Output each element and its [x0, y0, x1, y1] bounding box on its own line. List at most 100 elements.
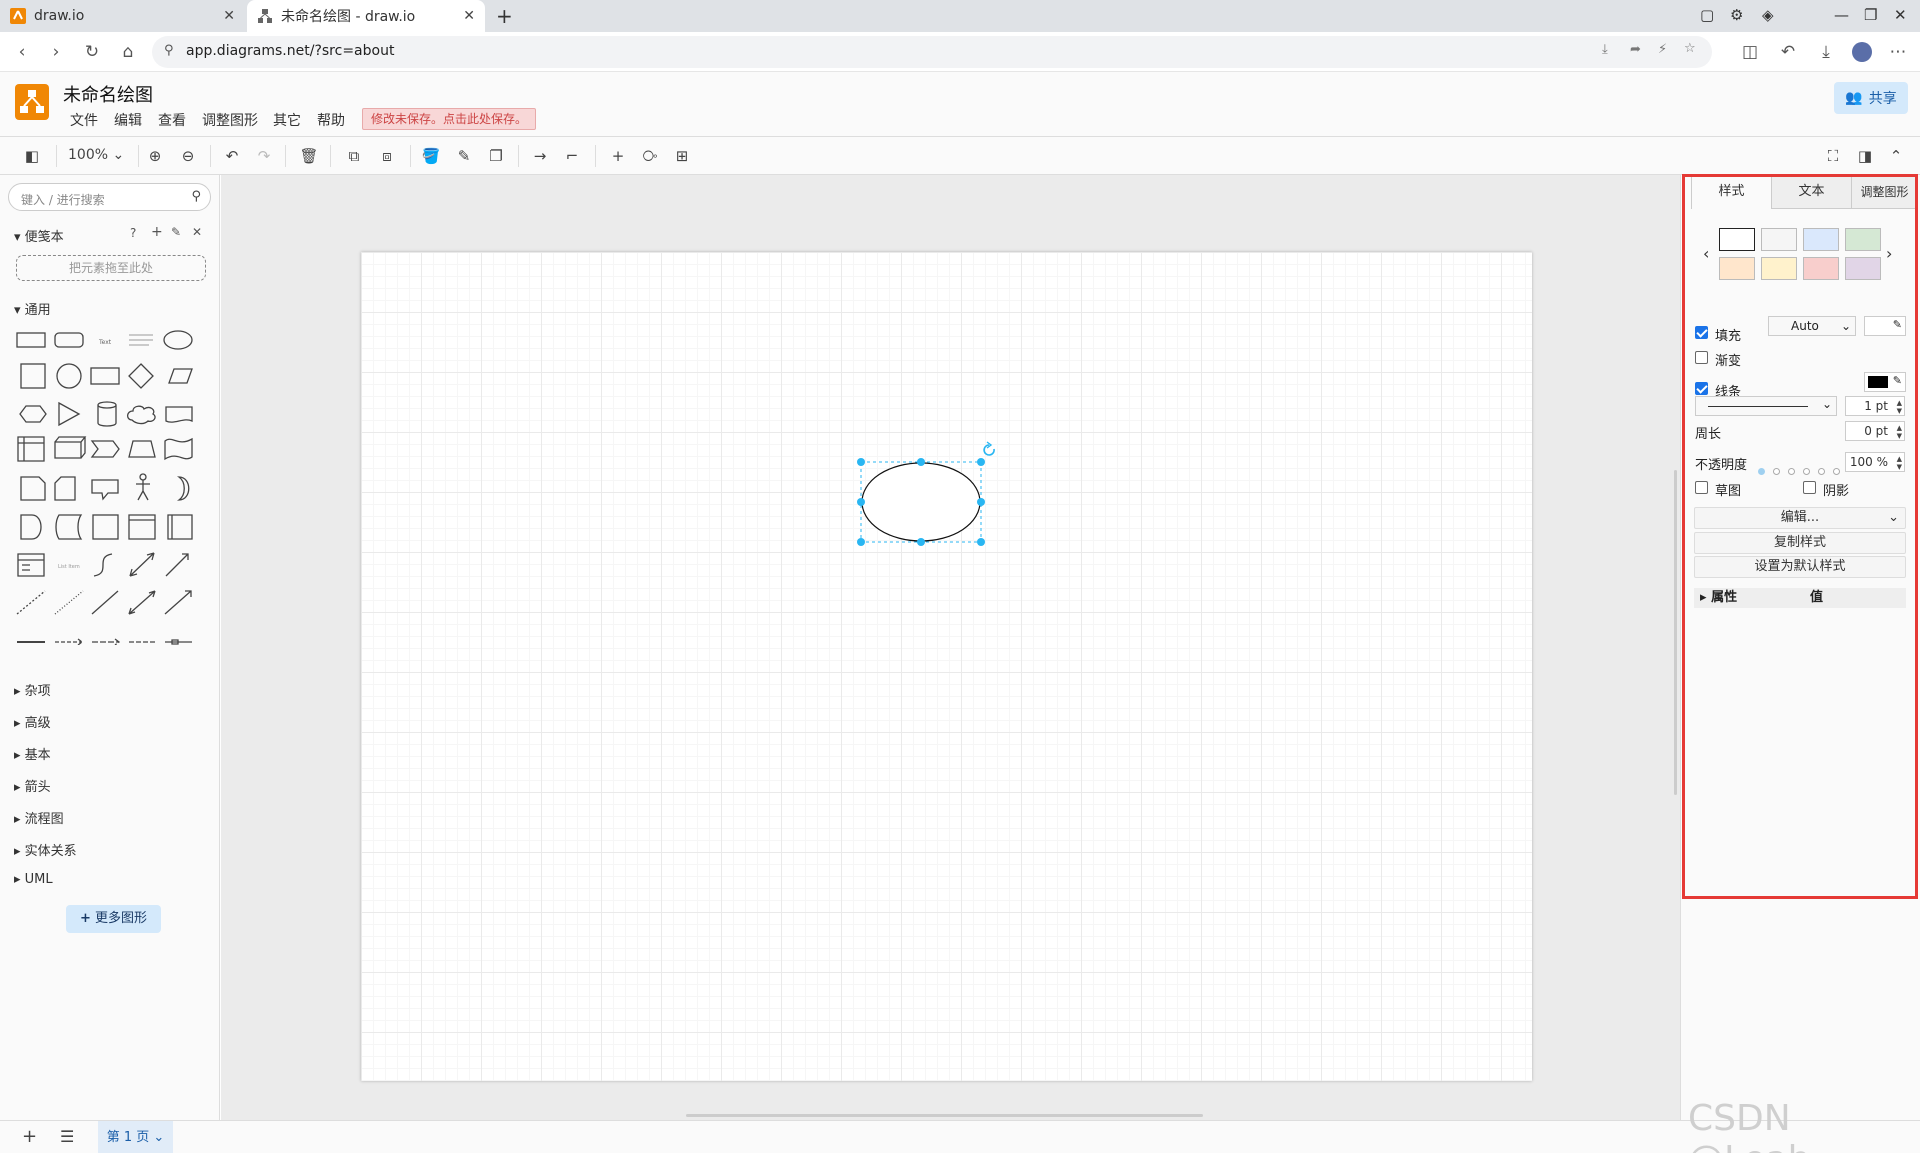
pages-menu-icon[interactable]: ☰ [60, 1127, 74, 1146]
arrow-line-icon[interactable] [164, 590, 192, 615]
selected-ellipse[interactable] [850, 440, 1000, 550]
shape-search-input[interactable]: 键入 / 进行搜索 ⚲ [8, 183, 211, 211]
add-page-icon[interactable]: + [22, 1126, 37, 1147]
dashed-line-icon[interactable] [16, 590, 46, 615]
menu-extras[interactable]: 其它 [273, 110, 301, 130]
download-icon[interactable]: ⤓ [1816, 42, 1836, 62]
process-shape-icon[interactable] [90, 367, 120, 385]
container-shape-icon[interactable] [92, 514, 119, 540]
step-shape-icon[interactable] [90, 440, 120, 458]
menu-view[interactable]: 查看 [158, 110, 186, 130]
note-shape-icon[interactable] [20, 476, 46, 501]
rectangle-shape-icon[interactable] [16, 332, 46, 348]
bookmark-star-icon[interactable]: ☆ [1684, 41, 1696, 56]
to-back-icon[interactable]: ⧈ [377, 146, 397, 166]
stored-data-shape-icon[interactable] [55, 514, 83, 540]
restore-window-icon[interactable]: ❐ [1864, 6, 1877, 24]
dotted-line-icon[interactable] [54, 590, 84, 615]
library-misc[interactable]: ▸ 杂项 [14, 680, 51, 699]
general-shapes-grid[interactable]: Text List Item [12, 325, 212, 645]
curve-shape-icon[interactable] [93, 553, 113, 577]
diamond-shape-icon[interactable] [128, 363, 154, 389]
tape-shape-icon[interactable] [164, 437, 193, 461]
document-title[interactable]: 未命名绘图 [63, 81, 153, 107]
more-shapes-button[interactable]: + 更多图形 [66, 905, 161, 933]
vertical-scrollbar[interactable] [1674, 470, 1677, 795]
home-icon[interactable]: ⌂ [118, 42, 138, 62]
card-shape-icon[interactable] [54, 476, 76, 501]
insert-shape-icon[interactable]: ⧂ [640, 146, 660, 166]
toggle-panel-icon[interactable]: ◨ [1855, 146, 1875, 166]
library-basic[interactable]: ▸ 基本 [14, 744, 51, 763]
site-info-icon[interactable]: ⚲ [164, 43, 174, 58]
close-tab-icon[interactable]: ✕ [463, 8, 475, 24]
connection-arrow-icon[interactable]: → [530, 146, 550, 166]
extensions-puzzle-icon[interactable]: ◫ [1740, 42, 1760, 62]
ellipse-shape[interactable] [861, 462, 981, 542]
horizontal-scrollbar[interactable] [686, 1114, 1203, 1117]
list-shape-icon[interactable] [17, 553, 45, 577]
zoom-in-icon[interactable]: ⊕ [145, 146, 165, 166]
browser-tab-active[interactable]: 未命名绘图 - draw.io ✕ [247, 0, 485, 32]
minimize-window-icon[interactable]: — [1834, 6, 1849, 24]
ellipse-shape-icon[interactable] [163, 330, 193, 350]
library-er[interactable]: ▸ 实体关系 [14, 840, 77, 859]
waypoints-icon[interactable]: ⌐ [562, 146, 582, 166]
menu-arrange[interactable]: 调整图形 [202, 110, 258, 130]
hexagon-shape-icon[interactable] [19, 405, 47, 423]
or-shape-icon[interactable] [176, 476, 190, 501]
scratchpad-header[interactable]: ▾ 便笺本 [14, 226, 64, 245]
cloud-shape-icon[interactable] [126, 405, 156, 425]
share-page-icon[interactable]: ➦ [1630, 42, 1641, 57]
library-uml[interactable]: ▸ UML [14, 872, 53, 887]
more-menu-icon[interactable]: ⋯ [1888, 42, 1908, 62]
search-icon[interactable]: ⚲ [191, 189, 201, 204]
share-button[interactable]: 👥 共享 [1834, 82, 1908, 114]
square-shape-icon[interactable] [20, 363, 46, 389]
url-field[interactable]: ⚲ app.diagrams.net/?src=about ⤓ ➦ ⚡ ☆ [152, 36, 1712, 68]
delay-shape-icon[interactable] [20, 514, 42, 540]
delete-icon[interactable]: 🗑 [299, 146, 319, 166]
browser-tab-drawio[interactable]: draw.io ✕ [0, 0, 245, 32]
list-item-shape-icon[interactable]: List Item [58, 564, 80, 570]
insert-plus-icon[interactable]: + [608, 146, 628, 166]
vertical-container-shape-icon[interactable] [167, 514, 193, 540]
document-shape-icon[interactable] [165, 406, 193, 423]
reload-icon[interactable]: ↻ [82, 42, 102, 62]
line-icon[interactable] [91, 590, 119, 615]
diagram-page[interactable] [361, 252, 1532, 1081]
trapezoid-shape-icon[interactable] [128, 440, 156, 458]
collapse-chevron-icon[interactable]: ⌃ [1886, 146, 1906, 166]
bidirectional-arrow-icon[interactable] [129, 552, 155, 577]
rounded-rectangle-shape-icon[interactable] [54, 332, 84, 348]
add-icon[interactable]: + [151, 224, 163, 240]
library-advanced[interactable]: ▸ 高级 [14, 712, 51, 731]
general-section-header[interactable]: ▾ 通用 [14, 299, 51, 318]
back-icon[interactable]: ‹ [12, 42, 32, 62]
zoom-out-icon[interactable]: ⊖ [178, 146, 198, 166]
swimlane-shape-icon[interactable] [128, 514, 156, 540]
dashed-connector-icon[interactable] [55, 638, 84, 645]
undo-icon[interactable]: ↶ [222, 146, 242, 166]
fullscreen-icon[interactable]: ⛶ [1823, 146, 1843, 166]
puzzle-icon[interactable]: ◈ [1762, 6, 1774, 24]
menu-file[interactable]: 文件 [70, 110, 98, 130]
fill-color-icon[interactable]: 🪣 [421, 146, 441, 166]
scratchpad-dropzone[interactable]: 把元素拖至此处 [16, 255, 206, 281]
format-panel-toggle-icon[interactable]: ◧ [22, 146, 42, 166]
line-color-icon[interactable]: ✎ [454, 146, 474, 166]
redo-icon[interactable]: ↷ [254, 146, 274, 166]
actor-shape-icon[interactable] [136, 473, 150, 501]
to-front-icon[interactable]: ⧉ [344, 146, 364, 166]
library-flowchart[interactable]: ▸ 流程图 [14, 808, 64, 827]
close-tab-icon[interactable]: ✕ [223, 8, 235, 24]
menu-edit[interactable]: 编辑 [114, 110, 142, 130]
connector-arrow-icon[interactable] [92, 638, 121, 645]
double-arrow-line-icon[interactable] [128, 590, 156, 615]
edit-pencil-icon[interactable]: ✎ [171, 225, 181, 239]
menu-help[interactable]: 帮助 [317, 110, 345, 130]
extensions-icon[interactable]: ⚙ [1730, 6, 1743, 24]
bolt-icon[interactable]: ⚡ [1658, 42, 1667, 57]
cube-shape-icon[interactable] [54, 436, 87, 459]
page-tab[interactable]: 第 1 页 ⌄ [98, 1121, 173, 1153]
